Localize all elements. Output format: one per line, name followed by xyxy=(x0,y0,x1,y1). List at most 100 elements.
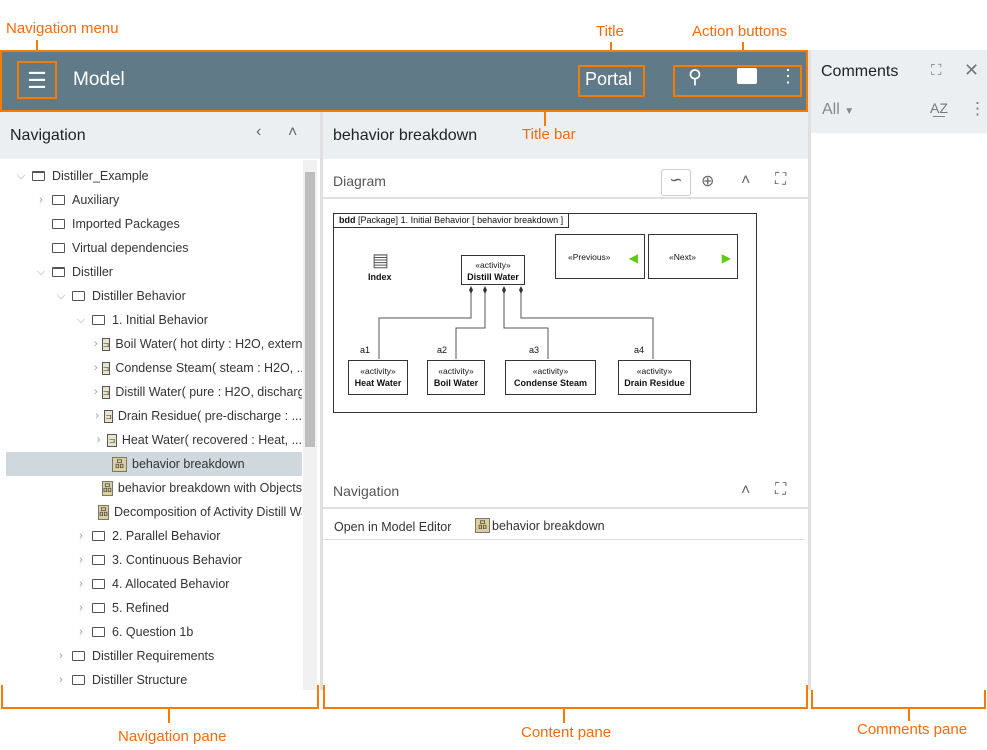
block-distill-water[interactable]: «activity» Distill Water xyxy=(461,255,525,285)
tree-item[interactable]: › 4. Allocated Behavior xyxy=(0,572,302,596)
tree-item[interactable]: Virtual dependencies xyxy=(0,236,302,260)
annotation-menu-box xyxy=(17,61,57,99)
tree-item-label: Distiller Behavior xyxy=(92,289,186,303)
chevron-down-icon[interactable]: ⌵ xyxy=(54,290,68,303)
tree-item[interactable]: › 2. Parallel Behavior xyxy=(0,524,302,548)
chevron-right-icon[interactable]: › xyxy=(74,578,88,590)
tree-item[interactable]: › Auxiliary xyxy=(0,188,302,212)
block-condense-steam[interactable]: «activity» Condense Steam xyxy=(505,360,596,395)
package-icon xyxy=(52,267,65,277)
annotation-title: Title xyxy=(596,23,624,40)
annotation-navigation-menu: Navigation menu xyxy=(6,20,119,37)
tree-item-label: Boil Water( hot dirty : H2O, external : … xyxy=(115,337,302,351)
maximize-icon[interactable]: ⛶ xyxy=(931,62,942,79)
annotation-title-bar: Title bar xyxy=(522,126,576,143)
chevron-right-icon[interactable]: › xyxy=(54,674,68,686)
tree-item[interactable]: › Distiller Structure xyxy=(0,668,302,690)
tree-item[interactable]: ›⊐ Boil Water( hot dirty : H2O, external … xyxy=(0,332,302,356)
close-icon[interactable]: ✕ xyxy=(964,60,979,81)
annotation-pointer xyxy=(908,709,910,721)
chevron-right-icon[interactable]: › xyxy=(54,650,68,662)
tree-item[interactable]: ⌵ Distiller xyxy=(0,260,302,284)
tree-item[interactable]: 品 behavior breakdown with Objects xyxy=(0,476,302,500)
tree-item-label: Imported Packages xyxy=(72,217,180,231)
chevron-down-icon[interactable]: ⌵ xyxy=(14,170,28,183)
chevron-right-icon[interactable]: › xyxy=(74,602,88,614)
chevron-right-icon[interactable]: › xyxy=(94,386,98,398)
chevron-down-icon[interactable]: ⌵ xyxy=(34,266,48,279)
pane-splitter[interactable] xyxy=(320,112,323,690)
diagram-header: Diagram xyxy=(323,165,808,199)
annotation-actions-box xyxy=(673,65,802,97)
chevron-right-icon[interactable]: › xyxy=(94,434,103,446)
diagram-link[interactable]: 品 behavior breakdown xyxy=(475,518,605,533)
chevron-up-icon[interactable]: ˄ xyxy=(741,172,750,190)
divider xyxy=(323,539,805,540)
zoom-in-icon[interactable]: ⊕ xyxy=(701,171,714,191)
scrollbar-thumb[interactable] xyxy=(305,172,315,447)
block-heat-water[interactable]: «activity» Heat Water xyxy=(348,360,408,395)
navigation-section-label: Navigation xyxy=(333,483,400,499)
role-a1: a1 xyxy=(360,345,371,355)
annotation-navigation-pane: Navigation pane xyxy=(118,728,227,745)
role-a2: a2 xyxy=(437,345,448,355)
navigation-tree: ⌵ Distiller_Example › Auxiliary Imported Pac… xyxy=(0,160,302,690)
chevron-right-icon[interactable]: › xyxy=(94,338,98,350)
tree-item[interactable]: 品 Decomposition of Activity Distill Water xyxy=(0,500,302,524)
annotation-action-buttons: Action buttons xyxy=(692,23,788,40)
chevron-right-icon[interactable]: › xyxy=(74,626,88,638)
tree-item[interactable]: ⌵ 1. Initial Behavior xyxy=(0,308,302,332)
pane-splitter[interactable] xyxy=(808,50,811,690)
tree-item[interactable]: ⌵ Distiller Behavior xyxy=(0,284,302,308)
chevron-right-icon[interactable]: › xyxy=(74,530,88,542)
chevron-right-icon[interactable]: › xyxy=(94,362,98,374)
fullscreen-icon[interactable]: ⛶ xyxy=(775,171,786,189)
folder-icon xyxy=(52,195,65,205)
tree-item[interactable]: › 5. Refined xyxy=(0,596,302,620)
folder-icon xyxy=(72,291,85,301)
tree-item[interactable]: 品 behavior breakdown xyxy=(6,452,302,476)
index-icon: ▤ xyxy=(372,250,390,270)
bdd-diagram[interactable]: bdd [Package] 1. Initial Behavior [ beha… xyxy=(333,213,757,413)
folder-icon xyxy=(92,315,105,325)
sort-az-icon[interactable]: A͟Z xyxy=(930,100,948,116)
next-note[interactable]: «Next» ▶ xyxy=(648,234,738,279)
chevron-right-icon[interactable]: › xyxy=(94,410,100,422)
tree-item-label: Condense Steam( steam : H2O, ... xyxy=(115,361,302,375)
chevron-right-icon[interactable]: › xyxy=(34,194,48,206)
navigation-title: Navigation xyxy=(10,126,86,144)
chevron-up-icon[interactable]: ˄ xyxy=(741,482,750,500)
activity-icon: ⊐ xyxy=(101,337,111,351)
tree-item-label: 1. Initial Behavior xyxy=(112,313,208,327)
tree-item[interactable]: › 3. Continuous Behavior xyxy=(0,548,302,572)
fullscreen-icon[interactable]: ⛶ xyxy=(775,481,786,499)
freehand-icon[interactable]: ∽ xyxy=(661,169,691,196)
chevron-down-icon[interactable]: ⌵ xyxy=(74,314,88,327)
index-label[interactable]: Index xyxy=(368,272,392,282)
tree-item[interactable]: › ⊐ Drain Residue( pre-discharge : ... xyxy=(0,404,302,428)
chevron-right-icon[interactable]: › xyxy=(74,554,88,566)
tree-item[interactable]: › 6. Question 1b xyxy=(0,620,302,644)
chevron-up-icon[interactable]: ˄ xyxy=(288,124,297,142)
diagram-icon: 品 xyxy=(101,480,113,496)
folder-icon xyxy=(92,555,105,565)
more-vert-icon[interactable]: ⋮ xyxy=(969,99,986,119)
tree-item-label: 6. Question 1b xyxy=(112,625,194,639)
previous-note[interactable]: «Previous» ◀ xyxy=(555,234,645,279)
scrollbar[interactable] xyxy=(303,160,317,690)
tree-item-label: 3. Continuous Behavior xyxy=(112,553,242,567)
connector-a1 xyxy=(378,289,472,359)
tree-item-label: Distill Water( pure : H2O, discharge ... xyxy=(115,385,302,399)
collapse-left-icon[interactable]: ‹ xyxy=(256,123,261,141)
annotation-pointer xyxy=(563,709,565,723)
tree-item[interactable]: ›⊐ Distill Water( pure : H2O, discharge .… xyxy=(0,380,302,404)
block-boil-water[interactable]: «activity» Boil Water xyxy=(427,360,485,395)
tree-item[interactable]: › ⊐ Heat Water( recovered : Heat, ... xyxy=(0,428,302,452)
tree-item[interactable]: › ⊐ Condense Steam( steam : H2O, ... xyxy=(0,356,302,380)
open-in-model-editor-link[interactable]: Open in Model Editor xyxy=(334,520,451,534)
tree-item[interactable]: ⌵ Distiller_Example xyxy=(0,164,302,188)
tree-item[interactable]: › Distiller Requirements xyxy=(0,644,302,668)
comments-filter-select[interactable]: All ▼ xyxy=(822,101,854,119)
block-drain-residue[interactable]: «activity» Drain Residue xyxy=(618,360,691,395)
tree-item[interactable]: Imported Packages xyxy=(0,212,302,236)
